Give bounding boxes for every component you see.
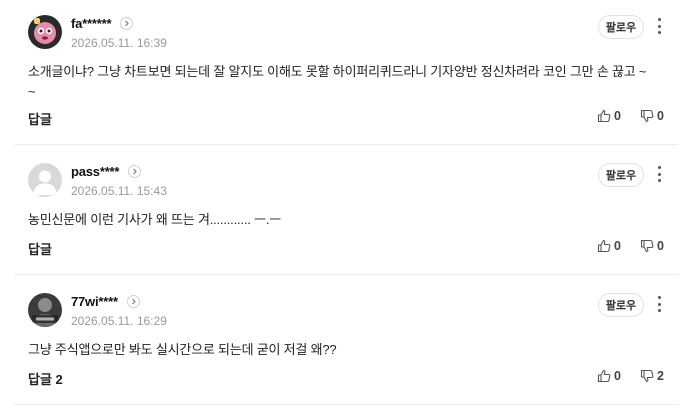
like-button[interactable]: 0 xyxy=(597,369,621,383)
thumbs-up-icon xyxy=(597,239,611,253)
reply-button[interactable]: 답글 2 xyxy=(28,369,63,388)
dislike-button[interactable]: 2 xyxy=(640,369,664,383)
comment-date: 2026.05.11. 16:39 xyxy=(71,36,167,50)
comment-divider xyxy=(14,144,678,145)
avatar[interactable] xyxy=(28,15,62,49)
like-count: 0 xyxy=(614,109,621,123)
avatar[interactable] xyxy=(28,293,62,327)
comment-item: pass**** 2026.05.11. 15:43 팔로우 농민신문에 이런 … xyxy=(14,163,678,263)
nickname[interactable]: 77wi**** xyxy=(71,294,118,309)
nickname[interactable]: fa****** xyxy=(71,16,112,31)
dislike-count: 0 xyxy=(657,239,664,253)
more-options-icon[interactable] xyxy=(655,164,663,184)
dislike-button[interactable]: 0 xyxy=(640,109,664,123)
comment-content: 소개글이냐? 그냥 차트보면 되는데 잘 알지도 이해도 못할 하이퍼리퀴드라니… xyxy=(28,64,647,99)
comment-item: 77wi**** 2026.05.11. 16:29 팔로우 그냥 주식앱으로만… xyxy=(14,293,678,393)
chevron-right-icon[interactable] xyxy=(126,295,140,308)
like-count: 0 xyxy=(614,369,621,383)
chevron-right-icon[interactable] xyxy=(128,165,142,178)
comment-date: 2026.05.11. 15:43 xyxy=(71,184,167,198)
like-count: 0 xyxy=(614,239,621,253)
comment-divider xyxy=(14,404,678,405)
follow-button[interactable]: 팔로우 xyxy=(598,163,644,187)
nickname[interactable]: pass**** xyxy=(71,164,119,179)
more-options-icon[interactable] xyxy=(655,16,663,36)
thumbs-down-icon xyxy=(640,239,654,253)
pink-character-avatar-icon xyxy=(28,15,62,49)
comment-item: fa****** 2026.05.11. 16:39 팔로우 소개글이냐? 그냥… xyxy=(14,15,678,133)
reply-button[interactable]: 답글 xyxy=(28,239,52,258)
chevron-right-icon[interactable] xyxy=(120,17,134,30)
thumbs-up-icon xyxy=(597,369,611,383)
default-user-avatar-icon xyxy=(28,163,62,197)
dislike-count: 2 xyxy=(657,369,664,383)
follow-button[interactable]: 팔로우 xyxy=(598,15,644,39)
thumbs-down-icon xyxy=(640,369,654,383)
reply-button[interactable]: 답글 xyxy=(28,109,52,128)
comment-content: 그냥 주식앱으로만 봐도 실시간으로 되는데 굳이 저걸 왜?? xyxy=(28,342,337,357)
comment-date: 2026.05.11. 16:29 xyxy=(71,314,167,328)
like-button[interactable]: 0 xyxy=(597,239,621,253)
photo-avatar-icon xyxy=(28,293,62,327)
nickname-row: fa****** xyxy=(71,16,134,31)
thumbs-down-icon xyxy=(640,109,654,123)
more-options-icon[interactable] xyxy=(655,294,663,314)
nickname-row: pass**** xyxy=(71,164,142,179)
comment-content: 농민신문에 이런 기사가 왜 뜨는 겨............ ㅡ.ㅡ xyxy=(28,212,281,227)
comment-divider xyxy=(14,274,678,275)
thumbs-up-icon xyxy=(597,109,611,123)
dislike-button[interactable]: 0 xyxy=(640,239,664,253)
like-button[interactable]: 0 xyxy=(597,109,621,123)
dislike-count: 0 xyxy=(657,109,664,123)
nickname-row: 77wi**** xyxy=(71,294,140,309)
avatar[interactable] xyxy=(28,163,62,197)
follow-button[interactable]: 팔로우 xyxy=(598,293,644,317)
